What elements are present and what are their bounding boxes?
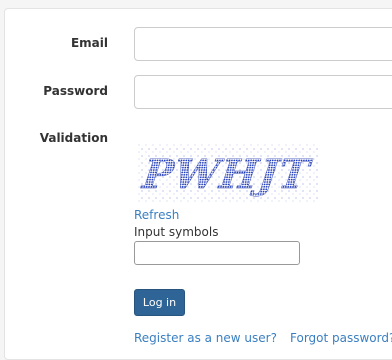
email-field[interactable] bbox=[134, 27, 392, 61]
password-field[interactable] bbox=[134, 75, 392, 109]
captcha-text: PWHJT bbox=[139, 151, 315, 198]
forgot-password-link[interactable]: Forgot password? bbox=[290, 331, 392, 345]
captcha-input[interactable] bbox=[134, 241, 300, 265]
email-label: Email bbox=[70, 36, 108, 50]
refresh-captcha-link[interactable]: Refresh bbox=[134, 208, 179, 222]
validation-label: Validation bbox=[39, 131, 108, 145]
password-label: Password bbox=[43, 84, 108, 98]
captcha-graphic: PWHJT bbox=[134, 140, 320, 206]
input-symbols-label: Input symbols bbox=[134, 225, 219, 239]
login-button[interactable]: Log in bbox=[134, 289, 185, 316]
captcha-image: PWHJT bbox=[134, 140, 320, 206]
register-link[interactable]: Register as a new user? bbox=[134, 331, 277, 345]
